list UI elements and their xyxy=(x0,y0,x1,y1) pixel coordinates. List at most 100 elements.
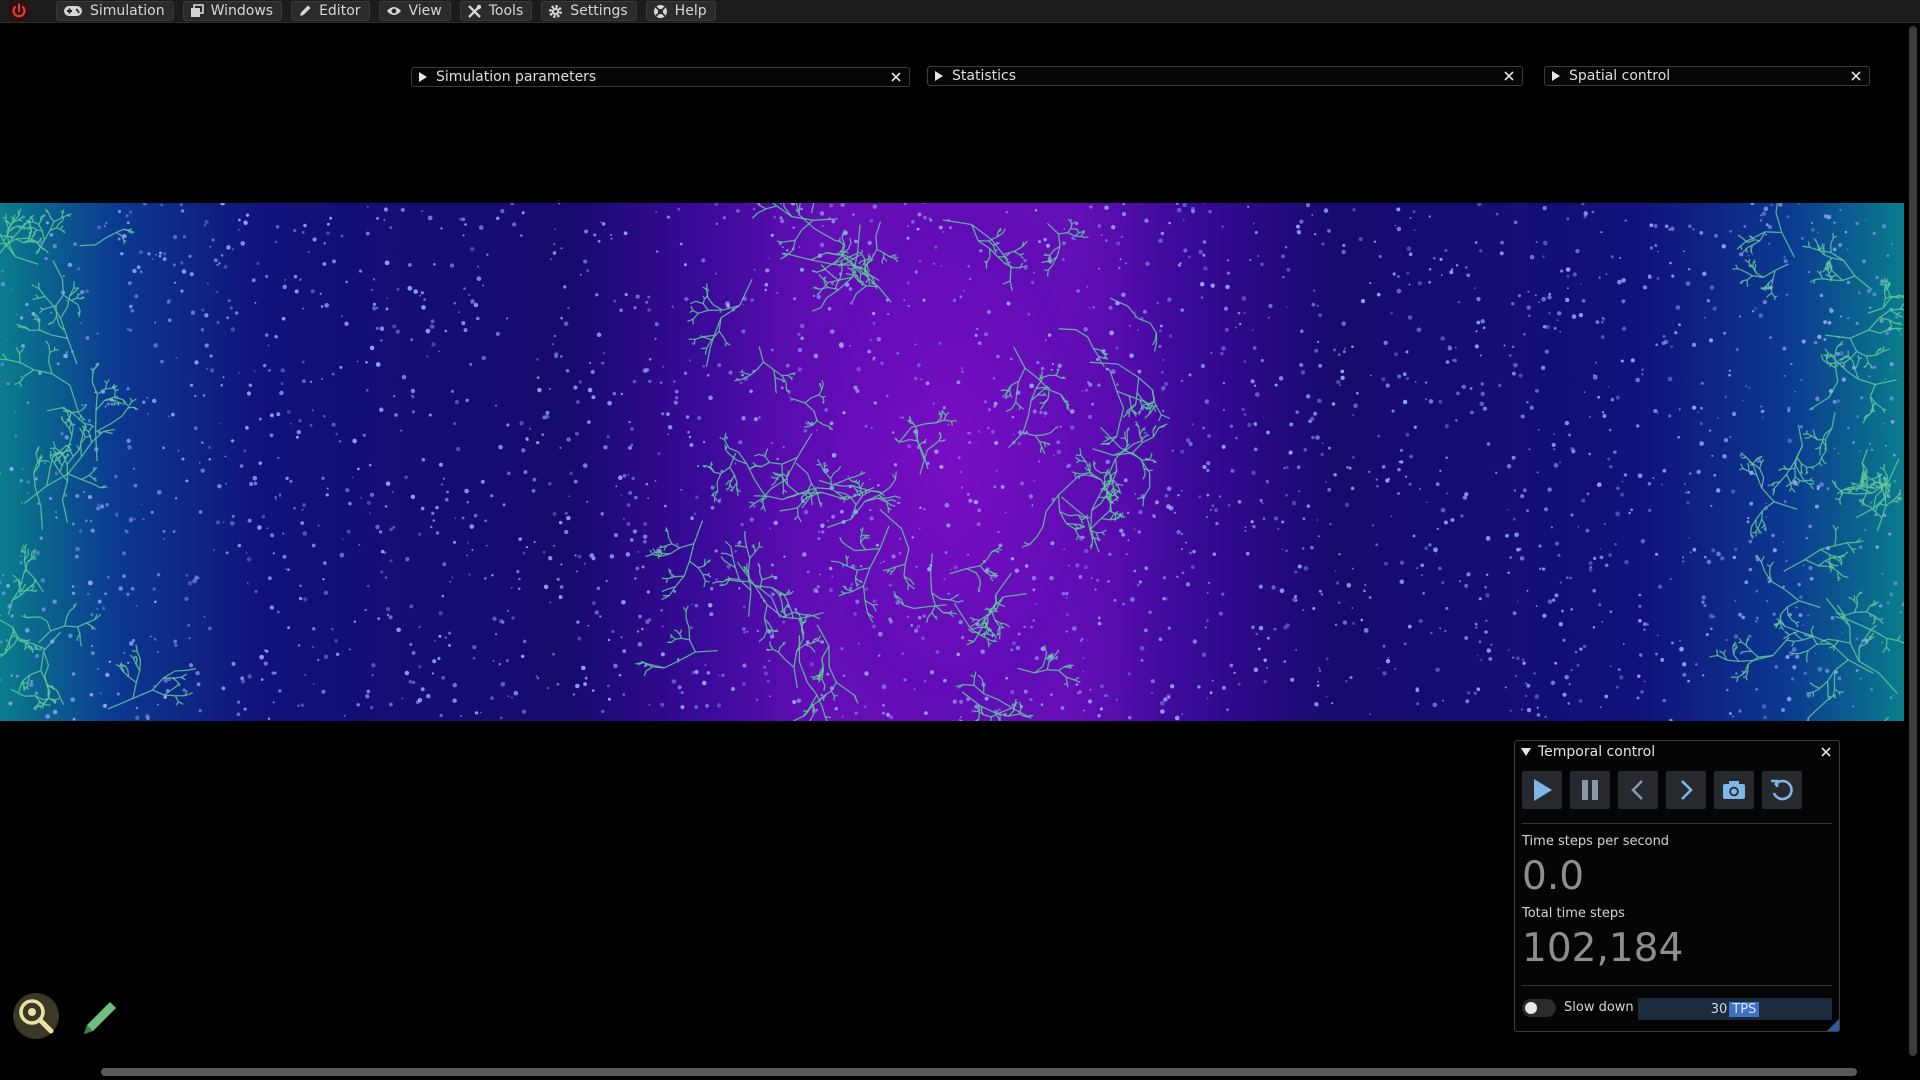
menu-help[interactable]: Help xyxy=(645,1,716,21)
particle xyxy=(1482,406,1488,411)
particle xyxy=(643,522,647,526)
particle xyxy=(1407,624,1412,629)
structure-segment xyxy=(986,614,989,622)
structure-segment xyxy=(925,617,929,623)
particle xyxy=(557,203,561,205)
particle xyxy=(671,305,674,308)
particle xyxy=(1497,383,1502,388)
particle xyxy=(175,356,178,360)
close-icon[interactable] xyxy=(1502,69,1516,83)
particle xyxy=(565,368,570,373)
particle xyxy=(943,578,946,581)
structure-segment xyxy=(823,423,830,428)
structure-segment xyxy=(723,559,730,565)
expand-arrow-icon[interactable] xyxy=(935,71,943,81)
particle xyxy=(1799,595,1803,599)
particle xyxy=(1465,699,1470,704)
particle xyxy=(1325,657,1329,661)
particle xyxy=(149,635,152,638)
particle xyxy=(609,233,613,237)
particle xyxy=(1333,472,1337,477)
particle xyxy=(1273,627,1277,631)
particle xyxy=(641,627,644,631)
particle xyxy=(426,693,431,699)
particle xyxy=(1241,296,1247,301)
particle xyxy=(1180,379,1184,383)
menu-tools[interactable]: Tools xyxy=(459,1,533,21)
particle xyxy=(236,712,241,717)
structure-segment xyxy=(954,593,959,598)
particle xyxy=(463,328,468,333)
particle xyxy=(220,383,224,387)
particle xyxy=(1086,285,1089,288)
particle xyxy=(1581,498,1586,503)
structure-segment xyxy=(1058,328,1076,331)
particle xyxy=(660,652,665,657)
structure-segment xyxy=(1154,404,1162,416)
gear-icon xyxy=(549,4,563,18)
particle xyxy=(1091,402,1094,406)
structure-segment xyxy=(724,540,732,548)
menu-view[interactable]: View xyxy=(378,1,451,21)
particle xyxy=(548,387,551,390)
structure-segment xyxy=(1089,361,1118,365)
particle xyxy=(959,699,964,704)
structure-segment xyxy=(88,474,94,480)
particle xyxy=(885,712,891,717)
menu-editor[interactable]: Editor xyxy=(291,1,370,21)
particle xyxy=(298,278,302,282)
particle xyxy=(553,544,555,547)
structure-segment xyxy=(867,267,871,273)
window-statistics[interactable]: Statistics xyxy=(927,66,1523,86)
particle xyxy=(1342,350,1346,354)
structure-segment xyxy=(32,586,35,589)
particle xyxy=(1352,208,1356,212)
particle xyxy=(1282,275,1285,279)
structure-segment xyxy=(683,560,691,577)
power-button[interactable] xyxy=(6,1,32,21)
particle xyxy=(444,636,448,639)
structure-segment xyxy=(76,294,79,299)
particle xyxy=(1396,207,1401,212)
structure-segment xyxy=(843,261,850,265)
structure-segment xyxy=(813,410,818,421)
menu-settings[interactable]: Settings xyxy=(541,1,637,21)
window-spatial-control[interactable]: Spatial control xyxy=(1544,66,1870,86)
structure-segment xyxy=(806,473,813,484)
window-simulation-parameters[interactable]: Simulation parameters xyxy=(411,67,910,87)
particle xyxy=(26,401,30,404)
menu-simulation[interactable]: Simulation xyxy=(56,1,174,21)
particle xyxy=(1207,434,1211,438)
simulation-canvas[interactable] xyxy=(0,203,1904,721)
menu-windows[interactable]: Windows xyxy=(182,1,283,21)
structure-segment xyxy=(728,447,739,453)
particle xyxy=(1716,551,1721,557)
particle xyxy=(1063,548,1065,551)
structure-segment xyxy=(688,543,695,562)
structure-segment xyxy=(689,310,694,314)
structure-segment xyxy=(42,215,45,218)
particle xyxy=(1202,240,1207,244)
particle xyxy=(494,633,498,636)
particle xyxy=(1029,698,1033,702)
close-icon[interactable] xyxy=(1849,69,1863,83)
particle xyxy=(1113,598,1117,602)
structure-segment xyxy=(878,486,891,496)
particle xyxy=(63,353,68,359)
particle xyxy=(498,662,501,666)
structure-segment xyxy=(1161,414,1170,420)
particle xyxy=(138,250,143,255)
structure-segment xyxy=(121,666,124,672)
particle xyxy=(776,457,780,461)
particle xyxy=(453,301,457,305)
particle xyxy=(172,263,176,267)
expand-arrow-icon[interactable] xyxy=(419,72,427,82)
expand-arrow-icon[interactable] xyxy=(1552,71,1560,81)
close-icon[interactable] xyxy=(889,70,903,84)
particle xyxy=(758,416,761,419)
structure-segment xyxy=(1055,655,1059,659)
particle xyxy=(694,603,699,608)
particle xyxy=(1180,308,1184,312)
particle xyxy=(130,586,135,591)
particle xyxy=(432,519,436,522)
